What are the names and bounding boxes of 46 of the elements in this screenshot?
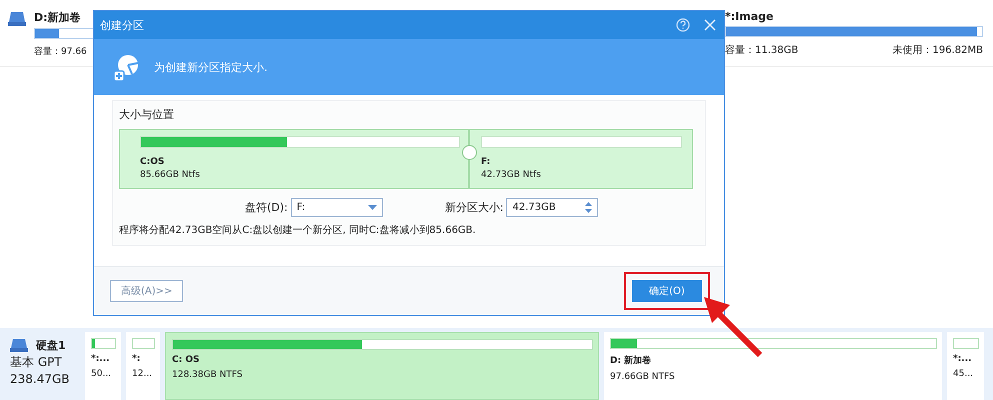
partition-name: F: (481, 157, 492, 167)
size-spinbox[interactable]: 42.73GB (506, 198, 598, 217)
group-title: 大小与位置 (119, 107, 175, 122)
spinner-icon (585, 202, 592, 213)
volume-name: *:Image (725, 10, 774, 23)
unused-text: 未使用：196.82MB (892, 44, 983, 57)
pointer-arrow (704, 297, 762, 358)
usage-bar (132, 338, 155, 349)
partition-detail: 85.66GB Ntfs (140, 170, 201, 180)
dropdown-icon (368, 205, 377, 210)
disk-icon (8, 11, 26, 27)
usage-bar (953, 338, 979, 349)
drive-letter-select[interactable]: F: (290, 198, 383, 217)
partition-detail: 42.73GB Ntfs (481, 170, 542, 180)
usage-bar (91, 338, 116, 349)
partition-name: D: 新加卷 (610, 354, 652, 367)
pie-plus-icon (112, 53, 140, 81)
partition-block[interactable]: *:... 50... (85, 332, 121, 400)
partition-block[interactable]: *: 12... (126, 332, 160, 400)
partition-block[interactable]: C: OS 128.38GB NTFS (165, 332, 599, 400)
disk-size: 238.47GB (10, 372, 71, 386)
disk-name: 硬盘1 (36, 338, 66, 353)
partition-size: 128.38GB NTFS (172, 370, 244, 380)
close-icon[interactable] (704, 19, 716, 31)
disk-type: 基本 GPT (10, 354, 63, 371)
partition-size: 45... (953, 369, 974, 379)
disk-icon (10, 338, 28, 352)
ok-button[interactable]: 确定(O) (632, 280, 702, 302)
help-icon[interactable] (676, 18, 690, 32)
partition-size: 50... (91, 369, 112, 379)
field-label: 盘符(D): (245, 200, 288, 215)
capacity-text: 容量：97.66 (34, 46, 87, 58)
partition-block[interactable]: *:... 45... (947, 332, 984, 400)
field-label: 新分区大小: (444, 200, 504, 215)
description-text: 程序将分配42.73GB空间从C:盘以创建一个新分区, 同时C:盘将减小到85.66GB. (119, 224, 477, 237)
partition-size: 12... (132, 369, 154, 379)
partition-name: C:OS (140, 157, 166, 167)
partition-name: C: OS (172, 355, 200, 365)
partition-name: *:... (91, 354, 111, 364)
capacity-text: 容量：11.38GB (725, 44, 798, 57)
partition-name: *:... (953, 354, 973, 364)
header-text: 为创建新分区指定大小. (154, 60, 268, 74)
window-title: 创建分区 (100, 18, 144, 32)
partition-name: *: (132, 354, 142, 364)
partition-block[interactable]: D: 新加卷 97.66GB NTFS (604, 332, 942, 400)
partition-size: 97.66GB NTFS (610, 372, 676, 382)
